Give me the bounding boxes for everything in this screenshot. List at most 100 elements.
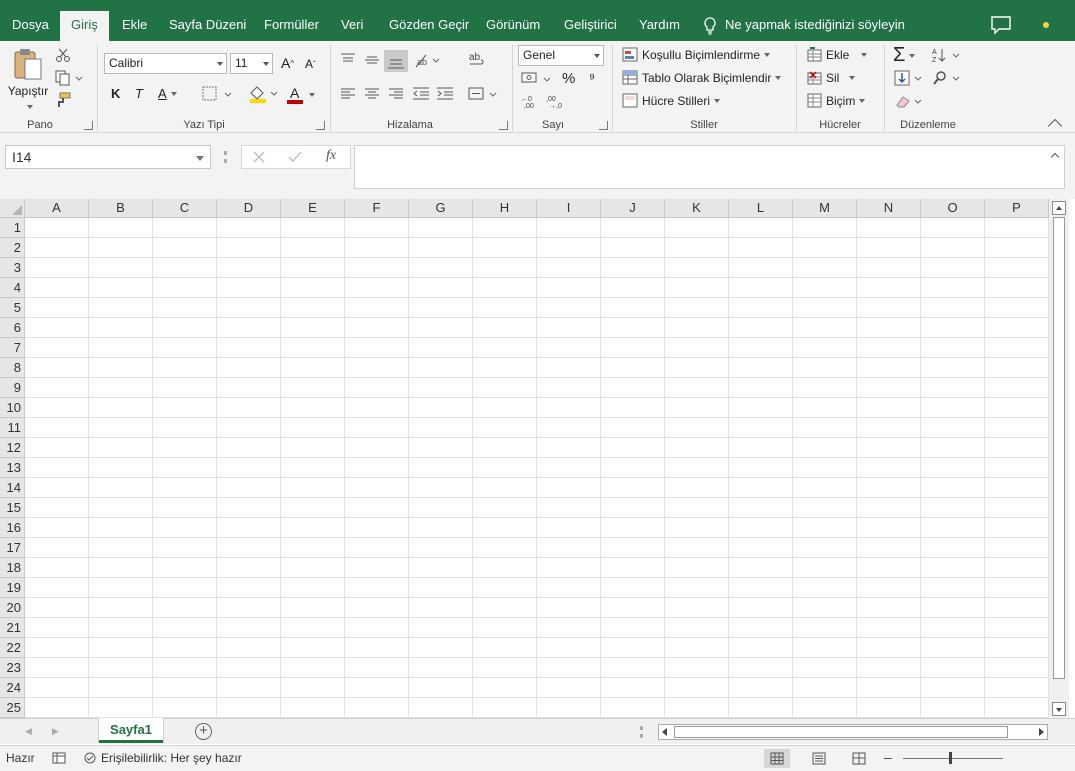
macro-record-icon[interactable] [52, 751, 66, 765]
name-box[interactable]: I14 [5, 145, 211, 169]
find-select-icon[interactable] [932, 70, 962, 86]
row-header[interactable]: 18 [0, 558, 25, 578]
tab-file[interactable]: Dosya [1, 11, 60, 41]
tab-data[interactable]: Veri [330, 11, 374, 41]
view-normal-button[interactable] [764, 749, 790, 768]
number-launcher-icon[interactable] [599, 121, 608, 130]
enter-icon[interactable] [288, 151, 302, 163]
column-header[interactable]: F [345, 199, 409, 218]
row-header[interactable]: 8 [0, 358, 25, 378]
align-bottom-icon[interactable] [384, 50, 408, 72]
row-header[interactable]: 14 [0, 478, 25, 498]
zoom-slider-track[interactable] [903, 758, 1003, 759]
zoom-out-button[interactable]: – [884, 749, 892, 765]
cancel-icon[interactable] [253, 151, 265, 163]
tab-help[interactable]: Yardım [628, 11, 691, 41]
comma-style-button[interactable]: ⁹ [589, 70, 595, 86]
row-header[interactable]: 25 [0, 698, 25, 718]
column-header[interactable]: L [729, 199, 793, 218]
tab-insert[interactable]: Ekle [111, 11, 158, 41]
cell-area[interactable] [25, 218, 1049, 718]
vertical-scroll-thumb[interactable] [1053, 217, 1065, 679]
decrease-decimal-icon[interactable]: ,00→,0 [546, 93, 566, 109]
alignment-launcher-icon[interactable] [499, 121, 508, 130]
column-header[interactable]: I [537, 199, 601, 218]
font-size-combo[interactable]: 11 [230, 53, 273, 74]
row-header[interactable]: 23 [0, 658, 25, 678]
borders-icon[interactable] [202, 86, 234, 102]
zoom-slider-thumb[interactable] [949, 752, 952, 764]
comment-icon[interactable] [990, 15, 1012, 35]
add-sheet-icon[interactable]: + [195, 723, 212, 740]
row-header[interactable]: 13 [0, 458, 25, 478]
tab-split-grip-icon[interactable] [640, 726, 643, 738]
tab-review[interactable]: Gözden Geçir [378, 11, 480, 41]
align-top-icon[interactable] [340, 53, 356, 67]
row-header[interactable]: 10 [0, 398, 25, 418]
delete-cells-button[interactable]: Sil [807, 70, 856, 86]
tab-home[interactable]: Giriş [60, 11, 109, 41]
sheet-nav-next-icon[interactable]: ▶ [52, 726, 59, 737]
column-header[interactable]: H [473, 199, 537, 218]
scroll-right-icon[interactable] [1039, 728, 1044, 736]
cut-icon[interactable] [55, 47, 71, 63]
tab-formulas[interactable]: Formüller [253, 11, 330, 41]
underline-button[interactable]: A [158, 86, 177, 101]
row-header[interactable]: 19 [0, 578, 25, 598]
expand-formula-bar-icon[interactable] [1050, 152, 1060, 162]
font-color-button[interactable]: A [287, 85, 315, 105]
tab-developer[interactable]: Geliştirici [553, 11, 628, 41]
row-header[interactable]: 22 [0, 638, 25, 658]
autosum-button[interactable]: Σ [893, 44, 916, 67]
column-header[interactable]: B [89, 199, 153, 218]
sheet-nav-prev-icon[interactable]: ◀ [25, 726, 32, 737]
column-header[interactable]: K [665, 199, 729, 218]
format-painter-icon[interactable] [55, 92, 71, 108]
grow-font-button[interactable]: A ^ [281, 55, 294, 71]
cell-styles-button[interactable]: Hücre Stilleri [622, 93, 721, 109]
row-header[interactable]: 9 [0, 378, 25, 398]
shrink-font-button[interactable]: Aˇ [305, 57, 316, 71]
row-header[interactable]: 6 [0, 318, 25, 338]
status-accessibility[interactable]: Erişilebilirlik: Her şey hazır [101, 751, 242, 765]
column-header[interactable]: J [601, 199, 665, 218]
fill-down-icon[interactable] [894, 70, 924, 86]
merge-center-icon[interactable] [468, 86, 500, 102]
percent-style-button[interactable]: % [562, 70, 575, 87]
tab-page-layout[interactable]: Sayfa Düzeni [158, 11, 257, 41]
align-left-icon[interactable] [340, 87, 356, 101]
horizontal-scroll-thumb[interactable] [674, 726, 1008, 738]
column-header[interactable]: D [217, 199, 281, 218]
view-page-break-button[interactable] [846, 749, 872, 768]
view-page-layout-button[interactable] [806, 749, 832, 768]
column-header[interactable]: C [153, 199, 217, 218]
scroll-down-button[interactable] [1052, 702, 1066, 716]
vertical-scrollbar[interactable] [1049, 199, 1069, 718]
conditional-formatting-button[interactable]: Koşullu Biçimlendirme [622, 47, 771, 63]
horizontal-scrollbar[interactable] [658, 724, 1048, 740]
align-middle-icon[interactable] [364, 53, 380, 67]
row-header[interactable]: 5 [0, 298, 25, 318]
row-header[interactable]: 11 [0, 418, 25, 438]
increase-decimal-icon[interactable]: ←0,00 [521, 93, 541, 109]
italic-button[interactable]: T [135, 86, 143, 101]
row-header[interactable]: 3 [0, 258, 25, 278]
row-header[interactable]: 21 [0, 618, 25, 638]
row-header[interactable]: 12 [0, 438, 25, 458]
accounting-format-icon[interactable] [520, 70, 554, 88]
column-header[interactable]: P [985, 199, 1049, 218]
collapse-ribbon-icon[interactable] [1047, 118, 1063, 134]
tab-view[interactable]: Görünüm [475, 11, 551, 41]
row-header[interactable]: 2 [0, 238, 25, 258]
scroll-up-button[interactable] [1052, 201, 1066, 215]
row-header[interactable]: 7 [0, 338, 25, 358]
decrease-indent-icon[interactable] [412, 87, 430, 101]
column-header[interactable]: G [409, 199, 473, 218]
row-header[interactable]: 16 [0, 518, 25, 538]
select-all-corner[interactable] [0, 199, 25, 218]
formula-input[interactable] [354, 145, 1065, 189]
tell-me-search[interactable]: Ne yapmak istediğinizi söyleyin [703, 11, 905, 41]
wrap-text-icon[interactable]: ab [468, 51, 486, 69]
column-header[interactable]: N [857, 199, 921, 218]
column-header[interactable]: O [921, 199, 985, 218]
